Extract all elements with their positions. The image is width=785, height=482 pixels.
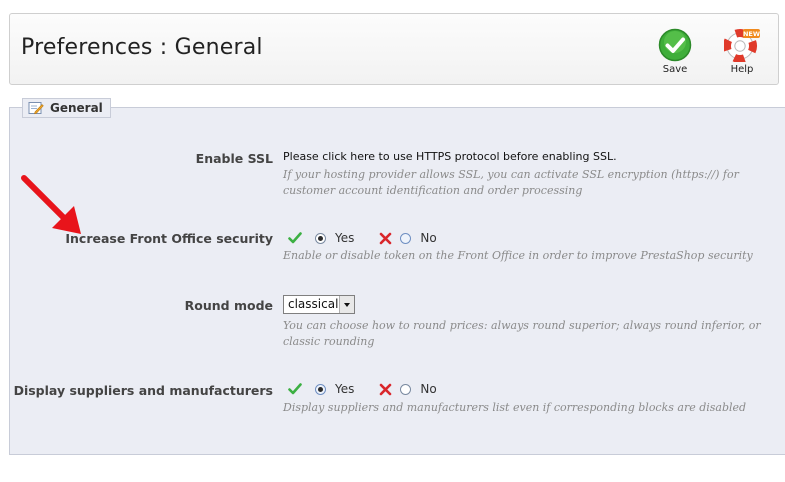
suppliers-label: Display suppliers and manufacturers — [13, 383, 273, 398]
security-hint: Enable or disable token on the Front Off… — [283, 249, 753, 262]
suppliers-no-label[interactable]: No — [420, 382, 436, 396]
cross-icon — [380, 383, 392, 395]
suppliers-yes-radio[interactable] — [315, 383, 326, 395]
round-mode-select[interactable]: classical — [283, 295, 355, 314]
check-icon — [288, 383, 302, 395]
lifebuoy-icon: NEW — [724, 29, 760, 62]
dropdown-button[interactable] — [339, 296, 354, 313]
fieldset-legend: General — [22, 98, 111, 118]
suppliers-no-radio[interactable] — [400, 383, 412, 395]
round-mode-value: classical — [288, 297, 339, 311]
suppliers-yes-label[interactable]: Yes — [335, 382, 354, 396]
cross-icon — [380, 232, 392, 244]
round-mode-label: Round mode — [184, 298, 273, 313]
red-arrow-icon — [21, 175, 81, 234]
save-button[interactable]: Save — [650, 28, 700, 75]
ssl-label: Enable SSL — [195, 151, 273, 166]
chevron-down-icon — [344, 303, 350, 307]
check-icon — [288, 232, 302, 244]
suppliers-radio-group: Yes No — [288, 380, 437, 398]
suppliers-hint: Display suppliers and manufacturers list… — [283, 401, 747, 414]
page-header: Preferences : General Save NEW Help — [9, 13, 779, 85]
round-mode-hint: You can choose how to round prices: alwa… — [283, 319, 761, 348]
legend-label: General — [50, 101, 103, 115]
security-radio-group: Yes No — [288, 229, 437, 247]
save-label: Save — [662, 64, 688, 75]
help-label: Help — [730, 64, 754, 75]
edit-note-icon — [28, 102, 44, 115]
security-no-radio[interactable] — [400, 232, 412, 244]
help-button[interactable]: NEW Help — [717, 28, 767, 75]
ssl-hint: If your hosting provider allows SSL, you… — [283, 168, 739, 197]
security-yes-label[interactable]: Yes — [335, 231, 354, 245]
security-yes-radio[interactable] — [315, 232, 326, 244]
ssl-enable-link[interactable]: Please click here to use HTTPS protocol … — [283, 150, 617, 163]
check-circle-icon — [658, 28, 692, 62]
page-title: Preferences : General — [21, 35, 263, 60]
help-badge-text: NEW — [743, 30, 760, 38]
security-no-label[interactable]: No — [420, 231, 436, 245]
